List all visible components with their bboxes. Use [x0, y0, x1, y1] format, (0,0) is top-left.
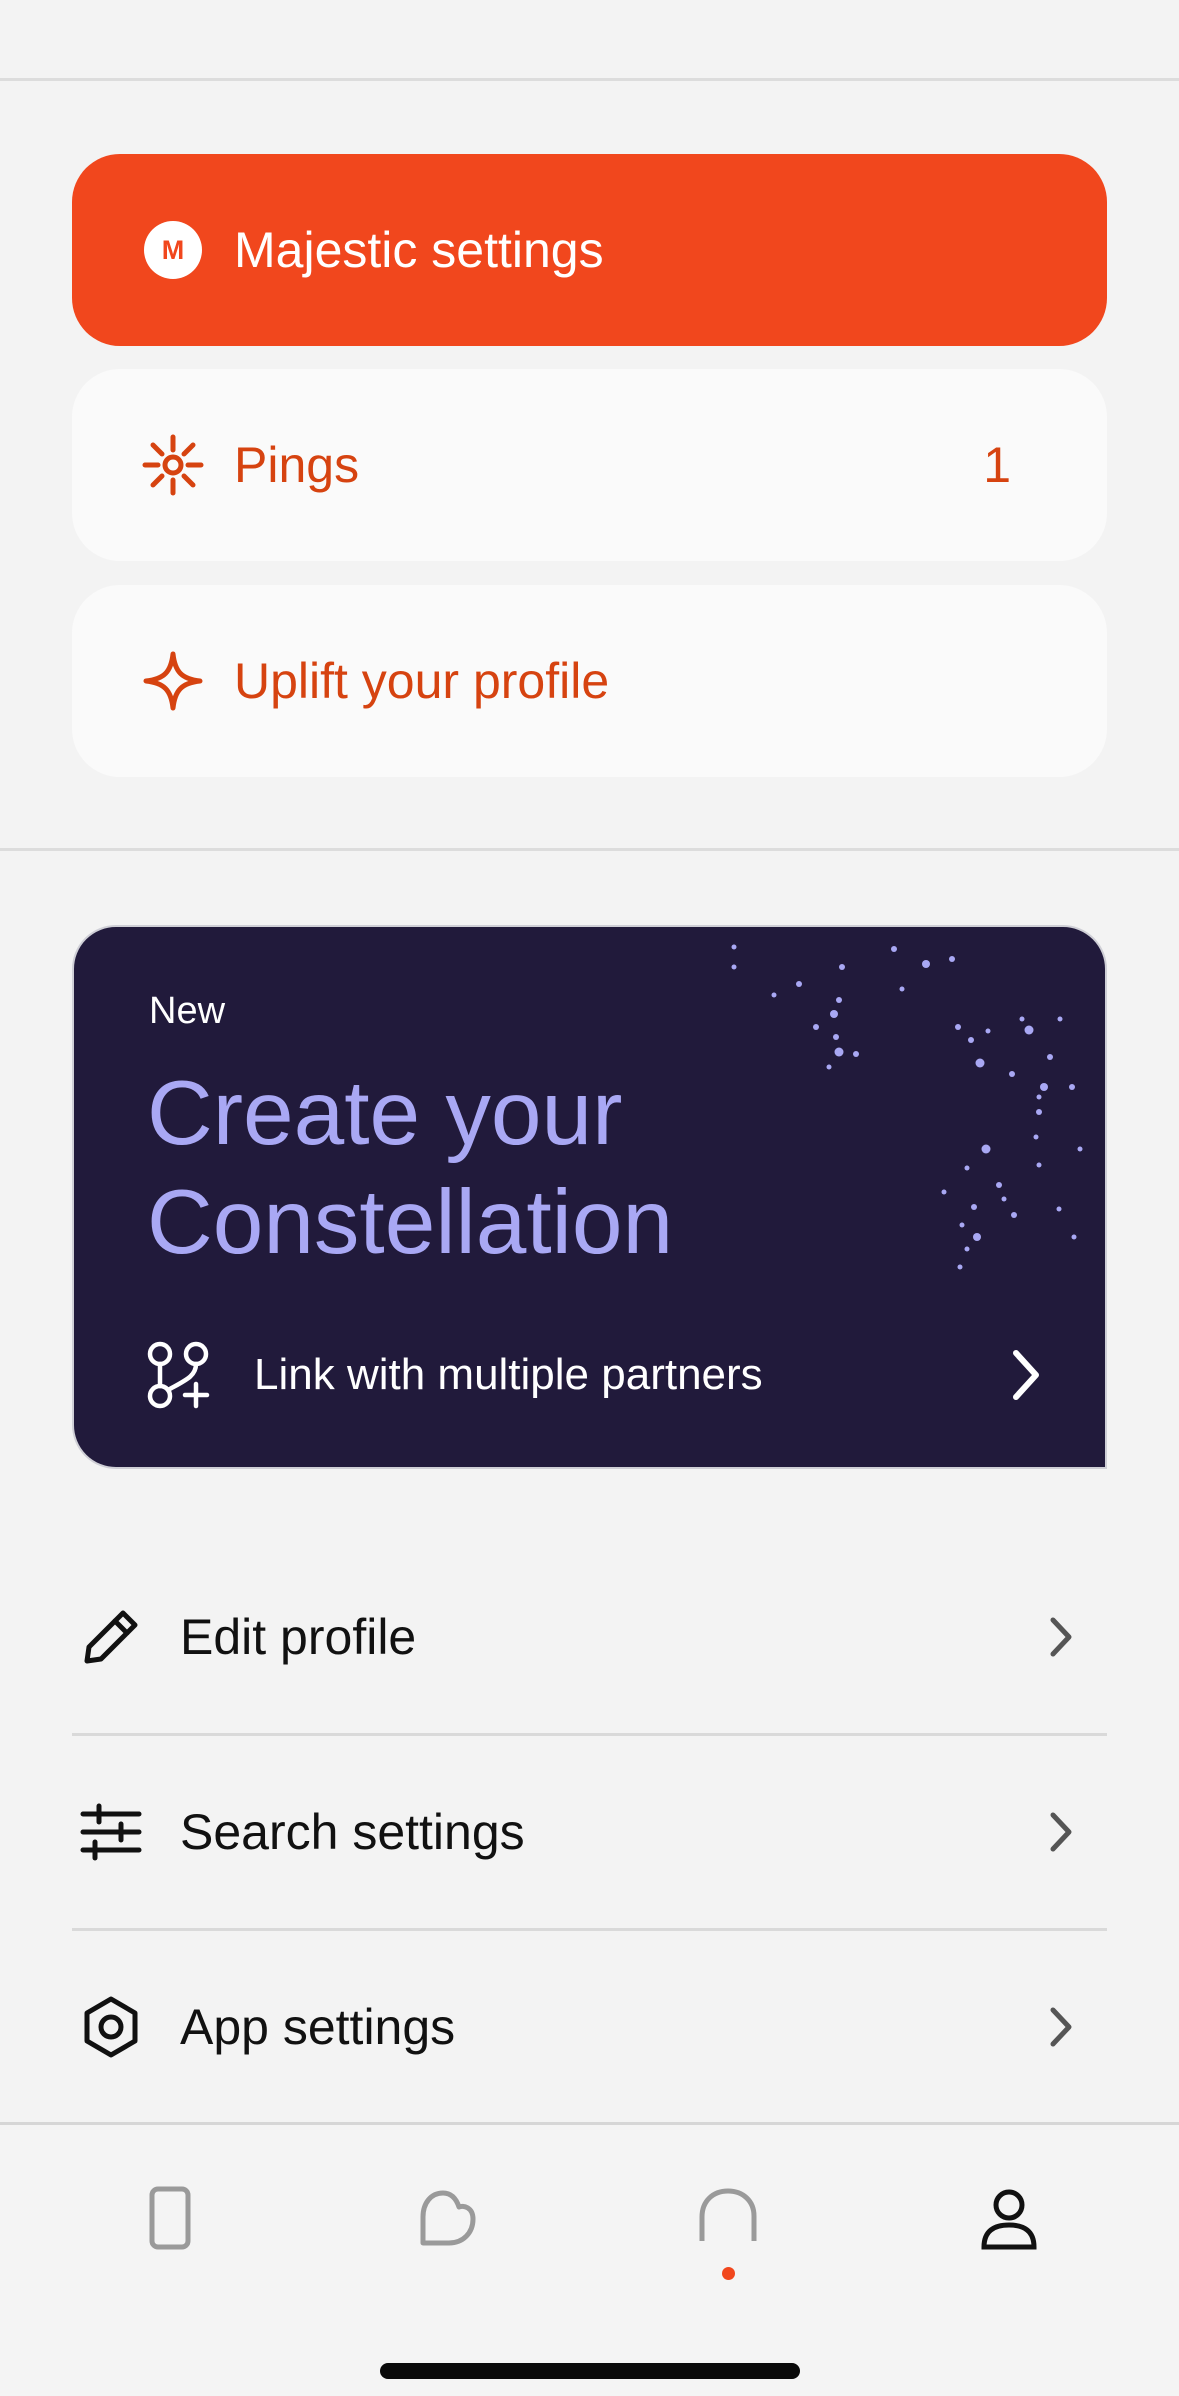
likes-icon — [420, 2190, 476, 2246]
sliders-icon — [80, 1803, 142, 1861]
tab-profile[interactable] — [964, 2183, 1054, 2283]
app-settings-row[interactable]: App settings — [72, 1930, 1107, 2124]
profile-icon — [981, 2189, 1037, 2250]
tab-chat[interactable] — [683, 2183, 773, 2283]
tab-likes[interactable] — [403, 2183, 493, 2283]
pings-label: Pings — [234, 437, 360, 493]
pencil-icon — [84, 1610, 138, 1664]
link-partners-row[interactable]: Link with multiple partners — [146, 1337, 1046, 1413]
pings-button[interactable]: Pings 1 — [72, 369, 1107, 561]
top-divider — [0, 78, 1179, 81]
majestic-settings-label: Majestic settings — [234, 222, 604, 278]
bottom-tab-bar — [0, 2122, 1179, 2396]
majestic-settings-button[interactable]: M Majestic settings — [72, 154, 1107, 346]
promo-headline: Create your Constellation — [147, 1063, 674, 1273]
chevron-right-icon — [1013, 1350, 1039, 1400]
chat-icon — [699, 2188, 757, 2241]
four-point-star-icon — [138, 646, 208, 716]
search-settings-row[interactable]: Search settings — [72, 1735, 1107, 1929]
hexagon-settings-icon — [84, 1996, 138, 2058]
uplift-profile-label: Uplift your profile — [234, 653, 610, 709]
pings-count-badge: 1 — [983, 437, 1011, 493]
section-divider — [0, 848, 1179, 851]
majestic-badge-icon: M — [138, 215, 208, 285]
tab-phone[interactable] — [125, 2183, 215, 2283]
profile-screen: M Majestic settings Pings 1 Uplift your … — [0, 0, 1179, 2396]
phone-icon — [149, 2186, 191, 2250]
chevron-right-icon — [1050, 2007, 1072, 2047]
new-tag: New — [149, 990, 226, 1032]
edit-profile-row[interactable]: Edit profile — [72, 1540, 1107, 1734]
edit-profile-label: Edit profile — [180, 1609, 417, 1665]
constellation-promo-card[interactable]: New Create your Constellation Link with … — [72, 925, 1107, 1469]
app-settings-label: App settings — [180, 1999, 456, 2055]
link-partners-icon — [147, 1341, 210, 1409]
chevron-right-icon — [1050, 1617, 1072, 1657]
search-settings-label: Search settings — [180, 1804, 525, 1860]
link-partners-label: Link with multiple partners — [254, 1350, 763, 1399]
sparkle-burst-icon — [138, 430, 208, 500]
chevron-right-icon — [1050, 1812, 1072, 1852]
home-indicator — [380, 2363, 800, 2379]
notification-dot — [722, 2267, 735, 2280]
uplift-profile-button[interactable]: Uplift your profile — [72, 585, 1107, 777]
